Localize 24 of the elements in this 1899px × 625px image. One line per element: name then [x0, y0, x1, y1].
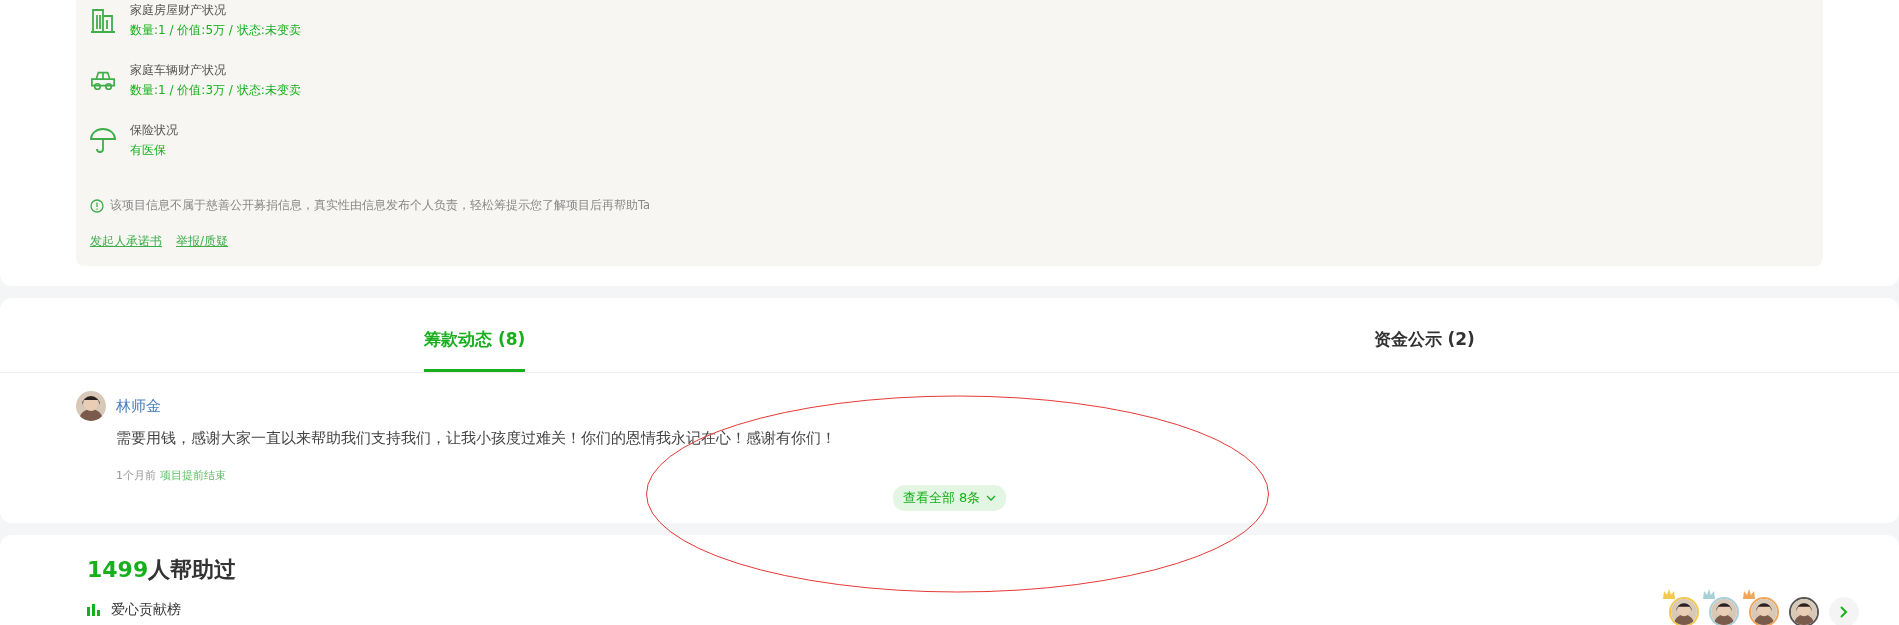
chevron-right-icon — [1840, 606, 1848, 618]
tab[interactable]: 资金公示 (2) — [1373, 298, 1475, 372]
next-button[interactable] — [1829, 597, 1859, 625]
asset-value: 数量:1 / 价值:3万 / 状态:未变卖 — [130, 82, 301, 99]
text-link[interactable]: 发起人承诺书 — [90, 233, 162, 250]
post-text: 需要用钱，感谢大家一直以来帮助我们支持我们，让我小孩度过难关！你们的恩情我永记在心！感谢有你们！ — [116, 429, 837, 448]
asset-label: 家庭车辆财产状况 — [130, 62, 227, 79]
author-name[interactable]: 林师金 — [116, 391, 1823, 421]
asset-value: 数量:1 / 价值:5万 / 状态:未变卖 — [130, 22, 301, 39]
chevron-down-icon — [986, 495, 997, 501]
post-meta: 1个月前 项目提前结束 — [116, 468, 227, 483]
info-icon — [90, 198, 104, 213]
building-icon — [90, 7, 116, 33]
asset-value: 有医保 — [130, 142, 167, 159]
board-title[interactable]: 爱心贡献榜 — [111, 601, 181, 619]
view-all-button[interactable]: 查看全部 8条 — [892, 485, 1007, 511]
bar-chart-icon — [87, 604, 101, 616]
helper-count: 1499人帮助过 — [87, 556, 238, 584]
tab[interactable]: 筹款动态 (8) — [424, 298, 526, 372]
notice-text: 该项目信息不属于慈善公开募捐信息，真实性由信息发布个人负责，轻松筹提示您了解项目后再帮助Ta — [110, 198, 651, 213]
asset-label: 家庭房屋财产状况 — [130, 2, 227, 19]
umbrella-icon — [90, 127, 116, 153]
asset-label: 保险状况 — [130, 122, 178, 139]
text-link[interactable]: 举报/质疑 — [176, 233, 229, 250]
